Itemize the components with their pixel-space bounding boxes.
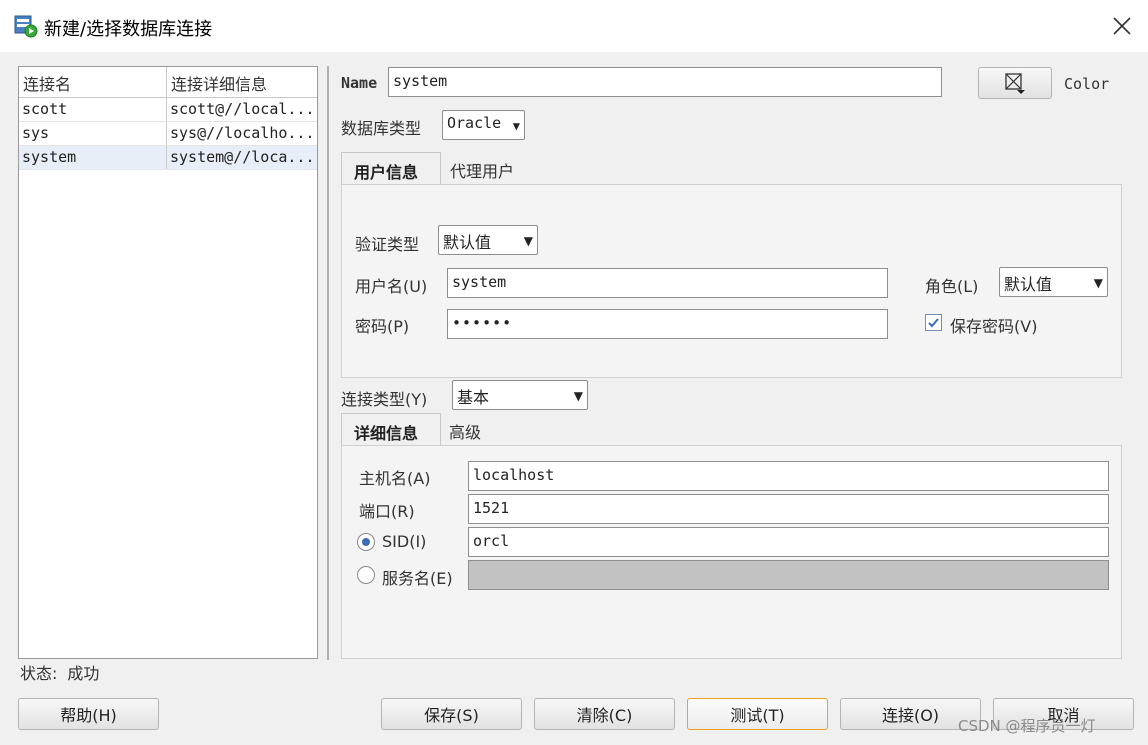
- role-value: 默认值: [1004, 275, 1053, 294]
- table-row[interactable]: sys sys@//localho...: [19, 122, 317, 146]
- close-icon: [1113, 17, 1131, 35]
- port-input[interactable]: 1521: [468, 494, 1109, 524]
- status-value: 成功: [67, 664, 100, 683]
- checkmark-icon: [928, 318, 939, 328]
- help-button[interactable]: 帮助(H): [18, 698, 159, 730]
- host-label: 主机名(A): [359, 469, 431, 488]
- auth-type-select[interactable]: 默认值 ▼: [438, 225, 538, 255]
- connection-table[interactable]: 连接名 连接详细信息 scott scott@//local... sys sy…: [18, 66, 318, 659]
- username-input[interactable]: system: [447, 268, 888, 298]
- name-input[interactable]: system: [388, 67, 942, 97]
- tab-user-info[interactable]: 用户信息: [341, 152, 441, 186]
- save-password-label: 保存密码(V): [950, 317, 1038, 336]
- port-label: 端口(R): [359, 502, 415, 521]
- table-header: 连接名 连接详细信息: [19, 67, 317, 98]
- splitter[interactable]: [327, 66, 329, 660]
- connection-name: sys: [19, 122, 167, 145]
- auth-type-value: 默认值: [443, 233, 492, 252]
- conn-type-select[interactable]: 基本 ▼: [452, 380, 588, 410]
- save-button[interactable]: 保存(S): [381, 698, 522, 730]
- color-label: Color: [1064, 75, 1110, 93]
- db-type-value: Oracle: [447, 114, 502, 132]
- watermark: CSDN @程序员一灯: [958, 717, 1096, 735]
- name-label: Name: [341, 74, 378, 92]
- password-label: 密码(P): [355, 317, 410, 336]
- tab-advanced[interactable]: 高级: [441, 413, 489, 447]
- connection-detail: sys@//localho...: [170, 124, 315, 142]
- test-button[interactable]: 测试(T): [687, 698, 828, 730]
- conn-type-label: 连接类型(Y): [341, 390, 428, 409]
- host-input[interactable]: localhost: [468, 461, 1109, 491]
- sid-input[interactable]: orcl: [468, 527, 1109, 557]
- status-label: 状态:: [20, 664, 58, 683]
- save-password-checkbox[interactable]: [925, 314, 942, 331]
- service-name-input: [468, 560, 1109, 590]
- connection-detail: scott@//local...: [170, 100, 315, 118]
- tab-details[interactable]: 详细信息: [341, 413, 441, 447]
- radio-selected-dot: [362, 538, 370, 546]
- db-type-label: 数据库类型: [341, 119, 422, 138]
- color-picker-button[interactable]: [978, 67, 1052, 99]
- chevron-down-icon: ▼: [573, 389, 583, 403]
- auth-type-label: 验证类型: [355, 235, 420, 254]
- connection-name: scott: [19, 98, 167, 121]
- role-label: 角色(L): [925, 277, 979, 296]
- service-name-label: 服务名(E): [382, 569, 453, 588]
- password-input[interactable]: ••••••: [447, 309, 888, 339]
- tab-proxy-user[interactable]: 代理用户: [442, 152, 522, 186]
- connection-name: system: [19, 146, 167, 169]
- status-bar: 状态: 成功: [20, 660, 99, 684]
- color-swatch-icon: [1005, 73, 1025, 94]
- sid-label: SID(I): [382, 532, 427, 551]
- database-connect-icon: [14, 14, 38, 38]
- column-header-detail[interactable]: 连接详细信息: [167, 67, 317, 97]
- db-type-select[interactable]: Oracle ▼: [442, 110, 525, 140]
- role-select[interactable]: 默认值 ▼: [999, 267, 1108, 297]
- table-row[interactable]: scott scott@//local...: [19, 98, 317, 122]
- service-name-radio[interactable]: [357, 566, 375, 584]
- chevron-down-icon: ▼: [523, 234, 533, 248]
- chevron-down-icon: ▼: [512, 119, 520, 133]
- close-button[interactable]: [1102, 6, 1142, 46]
- clear-button[interactable]: 清除(C): [534, 698, 675, 730]
- connection-detail: system@//loca...: [170, 148, 315, 166]
- chevron-down-icon: ▼: [1093, 276, 1103, 290]
- window-title: 新建/选择数据库连接: [44, 19, 213, 40]
- username-label: 用户名(U): [355, 277, 428, 296]
- table-row[interactable]: system system@//loca...: [19, 146, 317, 170]
- column-header-name[interactable]: 连接名: [19, 67, 167, 97]
- sid-radio[interactable]: [357, 533, 375, 551]
- conn-type-value: 基本: [457, 388, 490, 407]
